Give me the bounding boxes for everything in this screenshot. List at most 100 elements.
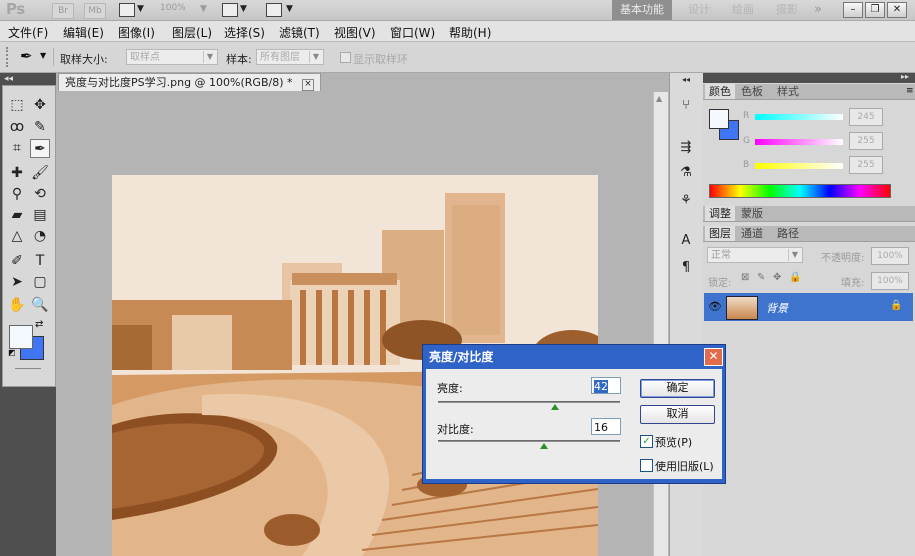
screen-mode-icon[interactable] — [266, 3, 282, 17]
panel-menu-icon[interactable]: ≡ — [906, 86, 914, 96]
lock-transparency-icon[interactable]: ⊠ — [741, 272, 749, 283]
green-value-field[interactable]: 255 — [849, 132, 883, 150]
tab-adjustments[interactable]: 调整 — [705, 206, 735, 221]
chevron-down-icon[interactable]: ▼ — [137, 4, 144, 14]
hand-tool-icon[interactable]: ✋ — [7, 296, 27, 315]
green-slider[interactable] — [755, 139, 843, 145]
collapse-panels-icon[interactable]: ▸▸ — [901, 72, 909, 81]
pen-tool-icon[interactable]: ✐ — [7, 252, 27, 271]
brightness-input[interactable]: 42 — [591, 377, 621, 394]
clone-stamp-tool-icon[interactable]: ⚲ — [7, 185, 27, 204]
marquee-tool-icon[interactable]: ⬚ — [7, 96, 27, 115]
close-window-button[interactable]: ✕ — [887, 2, 907, 18]
tab-channels[interactable]: 通道 — [737, 226, 767, 241]
contrast-input[interactable]: 16 — [591, 418, 621, 435]
tab-masks[interactable]: 蒙版 — [737, 206, 767, 221]
dialog-close-button[interactable]: ✕ — [704, 348, 723, 366]
collapse-icon[interactable]: ◂◂ — [4, 74, 13, 84]
layer-name[interactable]: 背景 — [766, 300, 788, 316]
lock-pixels-icon[interactable]: ✎ — [757, 272, 765, 283]
spot-healing-tool-icon[interactable]: ✚ — [7, 164, 27, 183]
tab-paths[interactable]: 路径 — [773, 226, 803, 241]
paragraph-panel-icon[interactable]: ¶ — [676, 260, 696, 278]
tab-color[interactable]: 颜色 — [705, 84, 735, 99]
lock-all-icon[interactable]: 🔒 — [789, 272, 801, 283]
fill-field[interactable]: 100% — [871, 272, 909, 290]
minimize-button[interactable]: – — [843, 2, 863, 18]
menu-help[interactable]: 帮助(H) — [449, 24, 491, 41]
menu-window[interactable]: 窗口(W) — [390, 24, 435, 41]
menu-layer[interactable]: 图层(L) — [172, 24, 212, 41]
preview-label[interactable]: 预览(P) — [655, 434, 692, 450]
tab-styles[interactable]: 样式 — [773, 84, 803, 99]
type-tool-icon[interactable]: T — [30, 252, 50, 271]
color-spectrum-ramp[interactable] — [709, 184, 891, 198]
chevron-down-icon[interactable]: ▼ — [286, 4, 293, 14]
quick-selection-tool-icon[interactable]: ✎ — [30, 118, 50, 137]
menu-filter[interactable]: 滤镜(T) — [279, 24, 320, 41]
brightness-slider-track[interactable] — [438, 401, 620, 403]
document-tab[interactable]: 亮度与对比度PS学习.png @ 100%(RGB/8) * × — [58, 73, 321, 91]
chevron-down-icon[interactable]: ▼ — [240, 4, 247, 14]
more-workspaces-icon[interactable]: » — [814, 0, 822, 20]
history-panel-icon[interactable]: ⑂ — [676, 98, 696, 116]
default-colors-icon[interactable]: ◩ — [8, 348, 16, 357]
crop-tool-icon[interactable]: ⌗ — [7, 139, 27, 158]
zoom-level[interactable]: 100% — [160, 3, 186, 13]
blue-value-field[interactable]: 255 — [849, 156, 883, 174]
blend-mode-select[interactable]: 正常 ▼ — [707, 247, 803, 263]
ok-button[interactable]: 确定 — [640, 379, 715, 398]
red-slider[interactable] — [755, 114, 843, 120]
legacy-checkbox[interactable] — [640, 459, 653, 472]
workspace-essentials[interactable]: 基本功能 — [612, 0, 672, 20]
zoom-tool-icon[interactable]: 🔍 — [30, 296, 50, 315]
workspace-photography[interactable]: 摄影 — [776, 0, 798, 20]
swap-colors-icon[interactable]: ⇄ — [35, 319, 43, 330]
sample-size-select[interactable]: 取样点 ▼ — [126, 49, 218, 65]
tab-swatches[interactable]: 色板 — [737, 84, 767, 99]
gradient-tool-icon[interactable]: ▤ — [30, 206, 50, 225]
contrast-slider-thumb[interactable] — [540, 443, 548, 449]
red-value-field[interactable]: 245 — [849, 108, 883, 126]
eye-icon[interactable]: 👁 — [708, 300, 722, 313]
color-panel-foreground-swatch[interactable] — [709, 109, 729, 129]
restore-button[interactable]: ❐ — [865, 2, 885, 18]
dodge-tool-icon[interactable]: ◔ — [30, 227, 50, 246]
tab-layers[interactable]: 图层 — [705, 226, 735, 241]
blur-tool-icon[interactable]: △ — [7, 227, 27, 246]
clone-source-panel-icon[interactable]: ⚘ — [676, 193, 696, 211]
actions-panel-icon[interactable]: ⇶ — [676, 140, 696, 158]
eraser-tool-icon[interactable]: ▰ — [7, 206, 27, 225]
eyedropper-tool-icon[interactable]: ✒ — [30, 139, 50, 158]
menu-view[interactable]: 视图(V) — [334, 24, 376, 41]
options-grip[interactable] — [6, 47, 12, 67]
shape-tool-icon[interactable]: ▢ — [30, 273, 50, 292]
bridge-button[interactable]: Br — [52, 3, 74, 19]
expand-panels-icon[interactable]: ◂◂ — [682, 75, 690, 84]
zoom-dropdown-icon[interactable]: ▼ — [200, 4, 207, 14]
opacity-field[interactable]: 100% — [871, 247, 909, 265]
show-ring-checkbox[interactable] — [340, 52, 351, 63]
workspace-painting[interactable]: 绘画 — [732, 0, 754, 20]
view-extras-icon[interactable] — [119, 3, 135, 17]
brush-panel-icon[interactable]: ⚗ — [676, 165, 696, 183]
workspace-design[interactable]: 设计 — [688, 0, 710, 20]
history-brush-tool-icon[interactable]: ⟲ — [30, 185, 50, 204]
brightness-slider-thumb[interactable] — [551, 404, 559, 410]
contrast-slider-track[interactable] — [438, 440, 620, 442]
path-selection-tool-icon[interactable]: ➤ — [7, 273, 27, 292]
arrange-documents-icon[interactable] — [222, 3, 238, 17]
cancel-button[interactable]: 取消 — [640, 405, 715, 424]
menu-file[interactable]: 文件(F) — [8, 24, 48, 41]
preview-checkbox[interactable]: ✓ — [640, 435, 653, 448]
eyedropper-preset-icon[interactable]: ✒ — [20, 47, 33, 65]
sample-select[interactable]: 所有图层 ▼ — [256, 49, 324, 65]
vertical-scrollbar[interactable]: ▲ — [653, 92, 668, 556]
move-tool-icon[interactable]: ✥ — [30, 96, 50, 115]
close-document-icon[interactable]: × — [302, 79, 314, 91]
menu-image[interactable]: 图像(I) — [118, 24, 155, 41]
foreground-color-swatch-front[interactable] — [9, 325, 33, 349]
mini-bridge-button[interactable]: Mb — [84, 3, 106, 19]
menu-edit[interactable]: 编辑(E) — [63, 24, 104, 41]
layer-row-background[interactable]: 👁 背景 🔒 — [704, 293, 913, 321]
